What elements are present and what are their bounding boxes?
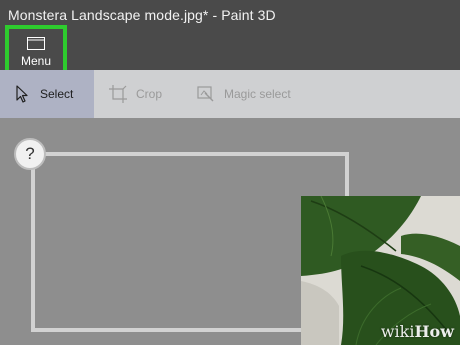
crop-icon bbox=[109, 85, 127, 103]
tool-select[interactable]: Select bbox=[0, 70, 94, 118]
folder-icon bbox=[27, 37, 45, 50]
toolbar: Select Crop Magic select bbox=[0, 70, 460, 118]
tool-magic-select[interactable]: Magic select bbox=[188, 70, 308, 118]
tool-select-label: Select bbox=[40, 87, 74, 101]
cursor-arrow-icon bbox=[16, 85, 28, 103]
watermark-how: How bbox=[414, 322, 454, 341]
title-bar: Monstera Landscape mode.jpg* - Paint 3D … bbox=[0, 0, 460, 74]
window-title: Monstera Landscape mode.jpg* - Paint 3D bbox=[8, 7, 276, 23]
magic-select-icon bbox=[197, 86, 214, 102]
tool-crop-label: Crop bbox=[136, 87, 163, 101]
tool-magic-select-label: Magic select bbox=[224, 87, 291, 101]
watermark: wikiHow bbox=[381, 322, 454, 341]
watermark-wiki: wiki bbox=[380, 322, 415, 341]
help-button[interactable]: ? bbox=[14, 138, 46, 170]
tool-crop[interactable]: Crop bbox=[100, 70, 180, 118]
menu-button[interactable]: Menu bbox=[5, 25, 67, 74]
menu-label: Menu bbox=[20, 54, 52, 68]
